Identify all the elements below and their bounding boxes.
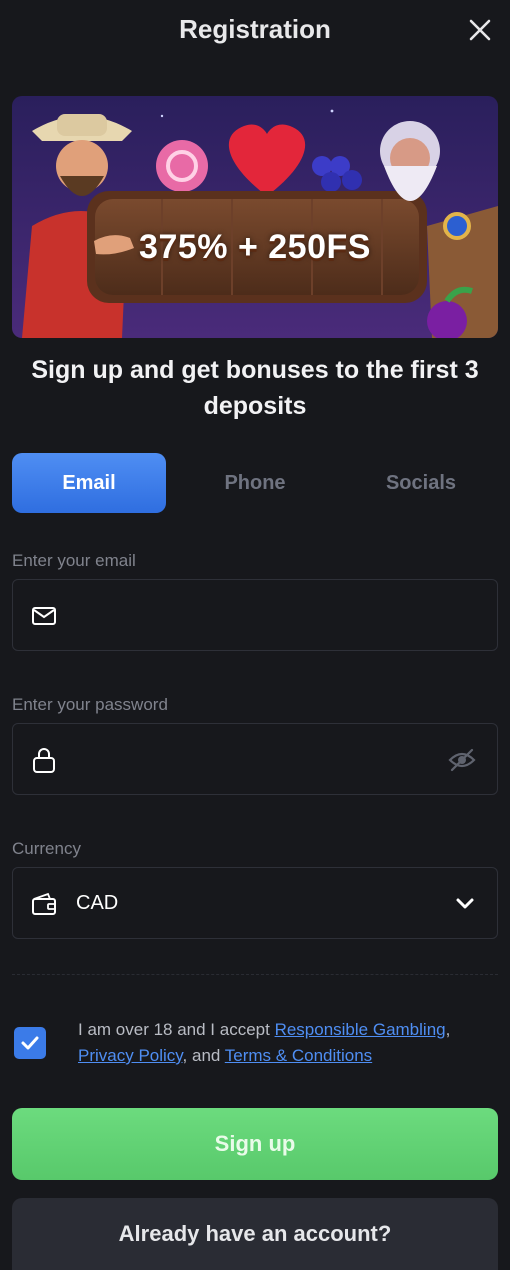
header: Registration [0,0,510,60]
divider [12,974,498,975]
consent-separator-2: , and [182,1046,225,1065]
login-button[interactable]: Already have an account? [12,1198,498,1270]
promo-banner: 375% + 250FS [12,96,498,338]
lock-icon [30,746,58,774]
email-input[interactable] [73,598,437,634]
tab-email[interactable]: Email [12,453,166,513]
chevron-down-icon[interactable] [453,892,477,916]
email-field-container [12,579,498,651]
privacy-policy-link[interactable]: Privacy Policy [78,1046,183,1065]
bonus-text: 375% + 250FS [139,228,371,266]
checkmark-icon [21,1036,39,1050]
consent-separator-1: , [445,1020,451,1039]
close-icon[interactable] [466,16,494,44]
consent-prefix: I am over 18 and I accept [78,1020,275,1039]
currency-value: CAD [76,892,119,914]
promo-banner-art [12,96,498,338]
age-consent-checkbox[interactable] [14,1027,46,1059]
email-label: Enter your email [12,551,136,570]
password-field-container [12,723,498,795]
mail-icon [30,602,58,630]
signup-button[interactable]: Sign up [12,1108,498,1180]
responsible-gambling-link[interactable]: Responsible Gambling [275,1020,446,1039]
tab-phone[interactable]: Phone [178,453,332,513]
currency-select[interactable]: CAD [12,867,498,939]
wallet-icon [30,890,58,918]
terms-conditions-link[interactable]: Terms & Conditions [225,1046,372,1065]
consent-text: I am over 18 and I accept Responsible Ga… [78,1017,492,1069]
password-input[interactable] [73,742,437,778]
signup-headline: Sign up and get bonuses to the first 3 d… [31,356,479,420]
eye-off-icon[interactable] [447,746,477,774]
password-label: Enter your password [12,695,168,714]
tab-socials[interactable]: Socials [344,453,498,513]
currency-label: Currency [12,839,81,858]
page-title: Registration [179,14,331,44]
